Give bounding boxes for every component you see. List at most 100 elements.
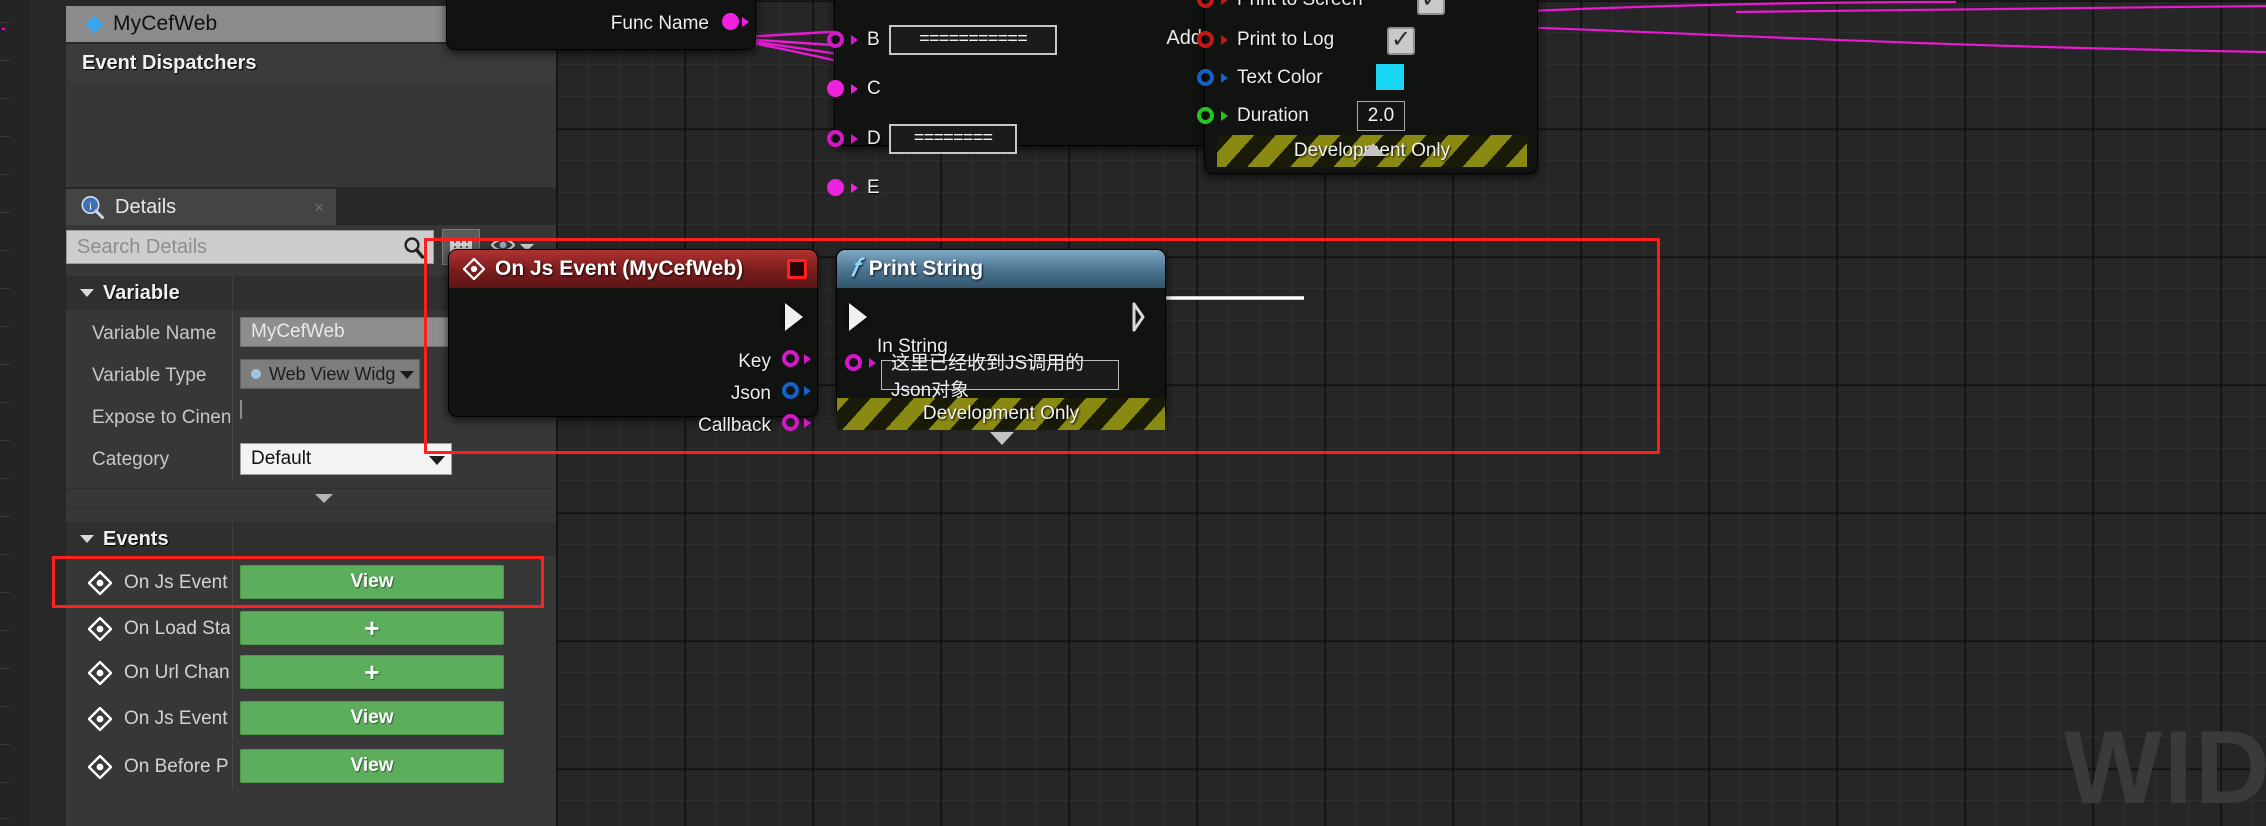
- event-add-button[interactable]: +: [240, 611, 504, 645]
- left-edge-strip: [0, 0, 30, 826]
- checkmark-icon: ✓: [1390, 25, 1412, 53]
- chevron-down-icon: [80, 535, 94, 543]
- pin-label-json: Json: [730, 383, 771, 404]
- pin-b[interactable]: [827, 31, 844, 48]
- event-add-button[interactable]: +: [240, 655, 504, 689]
- pin-arrow-icon: [1221, 0, 1228, 5]
- pin-label-func-name: Func Name: [610, 13, 709, 34]
- variable-row-label: MyCefWeb: [113, 12, 218, 35]
- column-divider: [232, 650, 233, 695]
- event-label: On Url Chan: [124, 662, 230, 683]
- node-title-bar-print-string: 𝑓 Print String: [837, 250, 1165, 288]
- pin-exec-out[interactable]: [1131, 302, 1151, 337]
- event-node-indicator-icon[interactable]: [787, 259, 807, 279]
- node-title-print-string: Print String: [868, 257, 984, 280]
- event-row-on-before-popup: On Before P View: [66, 744, 582, 789]
- pin-arrow-icon: [851, 134, 858, 144]
- expand-advanced-button[interactable]: [66, 488, 582, 508]
- pin-b-value[interactable]: ===========: [889, 25, 1057, 55]
- object-pin-icon: [251, 369, 261, 379]
- node-print-string-collapsed[interactable]: Print to Screen ✓ Print to Log ✓ Text Co…: [1197, 0, 1538, 174]
- pin-arrow-icon: [804, 418, 811, 428]
- pin-arrow-icon: [804, 386, 811, 396]
- search-placeholder: Search Details: [77, 235, 208, 258]
- pin-arrow-icon: [1221, 111, 1228, 121]
- pin-key[interactable]: [782, 350, 799, 367]
- expose-to-cinematics-checkbox[interactable]: [240, 400, 242, 419]
- pin-arrow-icon: [1221, 73, 1228, 83]
- close-icon[interactable]: ×: [314, 198, 324, 218]
- node-on-js-event[interactable]: On Js Event (MyCefWeb) Key Json Callback: [448, 249, 818, 436]
- duration-input[interactable]: 2.0: [1357, 101, 1405, 131]
- chevron-down-icon: [80, 289, 94, 297]
- column-divider: [232, 354, 233, 396]
- event-view-button[interactable]: View: [240, 565, 504, 599]
- property-label: Category: [92, 449, 170, 470]
- event-diamond-icon: [87, 616, 113, 646]
- pin-arrow-icon: [1221, 35, 1228, 45]
- pin-arrow-icon: [869, 358, 876, 368]
- event-dispatchers-title: Event Dispatchers: [82, 51, 257, 74]
- column-divider: [232, 438, 233, 480]
- search-input[interactable]: Search Details: [66, 230, 434, 264]
- pin-d[interactable]: [827, 130, 844, 147]
- print-to-log-checkbox[interactable]: ✓: [1387, 27, 1415, 55]
- function-f-icon: 𝑓: [851, 255, 859, 282]
- text-color-swatch[interactable]: [1375, 63, 1405, 91]
- collapse-node-button[interactable]: [1361, 143, 1385, 156]
- pin-c[interactable]: [827, 80, 844, 97]
- pin-json[interactable]: [782, 382, 799, 399]
- column-divider: [232, 744, 233, 789]
- variable-type-dropdown[interactable]: Web View Widg: [240, 359, 420, 389]
- chevron-down-icon: [400, 371, 414, 379]
- section-header-events[interactable]: Events: [66, 522, 582, 556]
- variable-name-input[interactable]: MyCefWeb: [240, 317, 454, 347]
- event-diamond-icon: [87, 754, 113, 784]
- pin-label-e: E: [867, 177, 880, 198]
- pin-exec-in[interactable]: [849, 303, 867, 331]
- pin-print-to-log[interactable]: [1197, 31, 1214, 48]
- event-label: On Js Event: [124, 572, 228, 593]
- pin-in-string[interactable]: [845, 354, 862, 371]
- section-events-title: Events: [103, 527, 169, 550]
- property-label: Expose to Cinen: [92, 407, 230, 428]
- node-func-name[interactable]: Func Name: [446, 0, 756, 50]
- pin-e[interactable]: [827, 179, 844, 196]
- tab-details-label: Details: [115, 195, 177, 218]
- event-diamond-icon: [87, 570, 113, 600]
- pin-text-color[interactable]: [1197, 69, 1214, 86]
- blueprint-graph-canvas[interactable]: Func Name B =========== C D ======== E A…: [424, 0, 2266, 826]
- search-icon: [403, 236, 425, 265]
- tab-details[interactable]: i Details ×: [66, 189, 336, 225]
- event-diamond-icon: [87, 706, 113, 736]
- svg-text:i: i: [89, 200, 92, 212]
- pin-callback[interactable]: [782, 414, 799, 431]
- event-label: On Js Event: [124, 708, 228, 729]
- pin-arrow-icon: [742, 17, 749, 27]
- property-label: Variable Name: [92, 323, 217, 344]
- section-variable-title: Variable: [103, 281, 180, 304]
- column-divider: [232, 522, 233, 556]
- details-info-icon: i: [80, 195, 105, 220]
- event-view-button[interactable]: View: [240, 701, 504, 735]
- expand-node-button[interactable]: [990, 432, 1014, 445]
- pin-duration[interactable]: [1197, 107, 1214, 124]
- event-row-on-js-event-2: On Js Event View: [66, 696, 582, 741]
- pin-exec-out[interactable]: [785, 303, 803, 331]
- variable-type-value: Web View Widg: [269, 363, 396, 384]
- node-print-string[interactable]: 𝑓 Print String In String 这里已经收到JS调用的Json…: [836, 249, 1166, 445]
- in-string-input[interactable]: 这里已经收到JS调用的Json对象: [881, 353, 1119, 401]
- pin-arrow-icon: [851, 84, 858, 94]
- pin-func-name[interactable]: [722, 13, 739, 30]
- event-view-button[interactable]: View: [240, 749, 504, 783]
- column-divider: [232, 696, 233, 741]
- node-title-bar-on-js-event: On Js Event (MyCefWeb): [449, 250, 817, 288]
- pin-label-d: D: [867, 128, 881, 149]
- event-diamond-icon: [463, 258, 485, 280]
- event-row-on-url-change: On Url Chan +: [66, 650, 582, 695]
- pin-d-value[interactable]: ========: [889, 124, 1017, 154]
- print-to-screen-checkbox[interactable]: ✓: [1417, 0, 1445, 15]
- event-row-on-load-state: On Load Sta +: [66, 606, 582, 651]
- pin-label-b: B: [867, 29, 880, 50]
- category-dropdown[interactable]: Default: [240, 443, 452, 475]
